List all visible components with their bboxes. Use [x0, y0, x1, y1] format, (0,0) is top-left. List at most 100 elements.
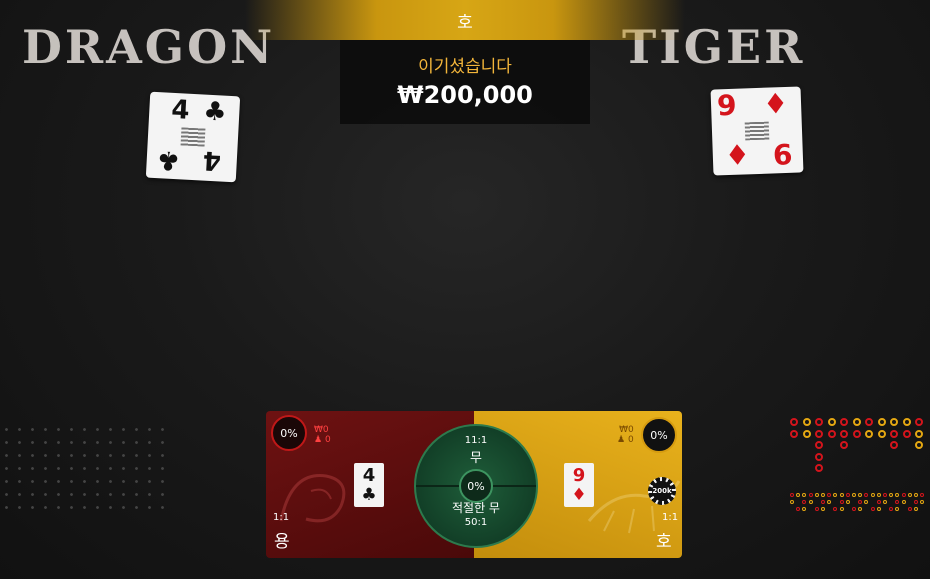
dragon-bead: [827, 429, 836, 438]
tiger-bead: [890, 418, 898, 426]
dragon-bead: [915, 418, 923, 426]
derived-road-dot: [876, 507, 881, 511]
derived-road-dot: [796, 507, 801, 511]
dragon-title: DRAGON: [22, 20, 276, 74]
win-amount: ₩200,000: [397, 81, 533, 109]
dragon-bet-stats: ₩0 ♟ 0: [314, 425, 331, 445]
derived-road-dot: [821, 493, 825, 497]
tiger-mini-card: 9 ♦: [564, 463, 594, 507]
derived-road-dot: [833, 493, 838, 497]
derived-road-dot: [889, 507, 894, 511]
derived-road-dot: [808, 500, 813, 504]
dragon-mini-card: 4 ♣: [354, 463, 384, 507]
derived-road-dot: [852, 507, 856, 511]
derived-road-dot: [914, 493, 918, 497]
tiger-bet-label: 호: [656, 532, 672, 552]
winner-label: 호: [457, 12, 473, 33]
derived-road-dot: [827, 500, 832, 504]
diamond-icon: ♦: [762, 86, 789, 121]
tiger-bead: [827, 418, 836, 426]
tie-bet-label: 무: [470, 451, 482, 466]
win-message-box: 이기셨습니다 ₩200,000: [340, 40, 590, 124]
tiger-bet-stats: ₩0 ♟ 0: [617, 425, 634, 445]
derived-road-dot: [845, 493, 850, 497]
derived-road-dot: [920, 493, 925, 497]
derived-road-dot: [901, 500, 906, 504]
dragon-bet-amount: ₩0: [314, 425, 329, 435]
dragon-bead: [890, 441, 898, 449]
winner-banner: 호: [245, 0, 685, 40]
diamond-icon: ♦: [724, 138, 751, 173]
win-label: 이기셨습니다: [418, 57, 512, 77]
tiger-bead: [802, 429, 811, 438]
dragon-bead: [815, 429, 823, 438]
dragon-bead: [815, 452, 823, 461]
tiger-bead: [877, 418, 886, 426]
dragon-player-count: 0: [324, 435, 331, 445]
small-road: [790, 493, 930, 519]
dragon-odds: 1:1: [273, 512, 290, 523]
derived-road-dot: [883, 493, 887, 497]
derived-road-dot: [914, 507, 918, 511]
tiger-bead: [915, 441, 923, 449]
derived-road-dot: [802, 507, 807, 511]
placed-chip[interactable]: 200k: [648, 477, 676, 505]
tiger-card-rank-bottom: 9: [772, 136, 793, 171]
dragon-bead: [790, 429, 798, 438]
derived-road-dot: [845, 500, 850, 504]
derived-road-dot: [821, 500, 825, 504]
club-icon: ♣: [202, 96, 228, 128]
derived-road-dot: [808, 493, 813, 497]
tie-bet-circle: 11:1 무 적절한 무 50:1 0%: [414, 424, 538, 548]
derived-road-dot: [814, 507, 819, 511]
dragon-bead: [815, 418, 823, 426]
derived-road-dot: [914, 500, 918, 504]
derived-road-dot: [839, 500, 844, 504]
derived-road-dot: [790, 500, 794, 504]
derived-road-dot: [907, 493, 912, 497]
dragon-bead: [840, 441, 848, 449]
suited-tie-odds: 50:1: [464, 517, 488, 528]
tiger-bet-amount: ₩0: [619, 425, 634, 435]
chip-value: 200k: [652, 481, 672, 501]
derived-road-dot: [920, 500, 925, 504]
tiger-bead: [915, 429, 923, 438]
derived-road-dot: [858, 507, 863, 511]
dragon-percent: 0%: [280, 426, 298, 440]
left-dot-pattern: [0, 423, 170, 513]
derived-road-dot: [895, 507, 900, 511]
betting-panel: 0% ₩0 ♟ 0 4 ♣ 1:1 용 0% ₩0 ♟ 0 9 ♦ 200k 1…: [266, 411, 682, 558]
dragon-bead: [865, 418, 873, 426]
derived-road-dot: [802, 500, 807, 504]
tiger-bead: [865, 429, 873, 438]
derived-road-dot: [864, 500, 869, 504]
club-icon: ♣: [361, 485, 377, 505]
dragon-bead: [790, 418, 798, 426]
dragon-percent-indicator: 0%: [271, 415, 307, 451]
bead-road: [790, 418, 930, 478]
tiger-percent: 0%: [650, 428, 668, 442]
derived-road-dot: [821, 507, 825, 511]
derived-road-dot: [901, 493, 906, 497]
derived-road-dot: [864, 493, 869, 497]
derived-road-dot: [814, 493, 819, 497]
dragon-bead: [815, 464, 823, 472]
dragon-bet-label: 용: [274, 532, 290, 552]
tie-odds: 11:1: [464, 435, 488, 446]
derived-road-dot: [876, 500, 881, 504]
derived-road-dot: [895, 500, 900, 504]
derived-road-dot: [907, 507, 912, 511]
derived-road-dot: [876, 493, 881, 497]
dragon-mini-card-rank: 4: [362, 465, 376, 486]
dragon-dealt-card: 4 ♣ ♣ 4: [145, 91, 241, 183]
tiger-bead: [877, 429, 886, 438]
tiger-odds: 1:1: [662, 512, 679, 523]
tiger-bead: [852, 418, 861, 426]
derived-road-dot: [833, 507, 838, 511]
tiger-bead: [802, 418, 811, 426]
dragon-card-rank-bottom: 4: [202, 144, 222, 176]
tiger-player-count: 0: [627, 435, 634, 445]
dragon-bead: [840, 418, 848, 426]
dragon-bead: [852, 429, 861, 438]
derived-road-dot: [839, 507, 844, 511]
